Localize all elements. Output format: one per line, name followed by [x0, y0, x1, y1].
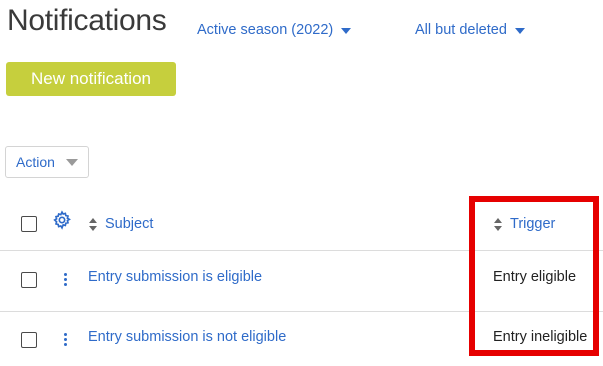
new-notification-button[interactable]: New notification: [6, 62, 176, 96]
status-filter-dropdown[interactable]: All but deleted: [415, 22, 525, 38]
row-trigger: Entry ineligible: [493, 329, 588, 345]
status-filter-label: All but deleted: [415, 22, 507, 38]
season-filter-dropdown[interactable]: Active season (2022): [197, 22, 352, 38]
caret-down-icon: [514, 27, 525, 34]
row-subject-link[interactable]: Entry submission is not eligible: [88, 329, 286, 345]
trigger-header-label: Trigger: [510, 216, 556, 232]
season-filter-label: Active season (2022): [197, 22, 334, 38]
caret-down-icon: [341, 27, 352, 34]
gear-icon[interactable]: [52, 210, 72, 230]
row-divider: [0, 311, 603, 312]
subject-header-label: Subject: [105, 216, 154, 232]
row-checkbox[interactable]: [21, 272, 37, 288]
sort-icon: [89, 217, 98, 231]
caret-down-icon: [65, 158, 78, 166]
row-trigger: Entry eligible: [493, 269, 577, 285]
kebab-menu-icon[interactable]: [64, 273, 68, 287]
action-dropdown-button[interactable]: Action: [5, 146, 89, 178]
header-divider: [0, 250, 603, 251]
select-all-checkbox[interactable]: [21, 216, 37, 232]
subject-column-header[interactable]: Subject: [89, 216, 153, 232]
action-label: Action: [16, 154, 55, 170]
trigger-column-header[interactable]: Trigger: [494, 216, 555, 232]
page-title: Notifications: [7, 4, 167, 37]
sort-icon: [494, 217, 503, 231]
kebab-menu-icon[interactable]: [64, 333, 68, 347]
row-subject-link[interactable]: Entry submission is eligible: [88, 269, 262, 285]
row-checkbox[interactable]: [21, 332, 37, 348]
notifications-page: Notifications Active season (2022) All b…: [0, 0, 603, 366]
